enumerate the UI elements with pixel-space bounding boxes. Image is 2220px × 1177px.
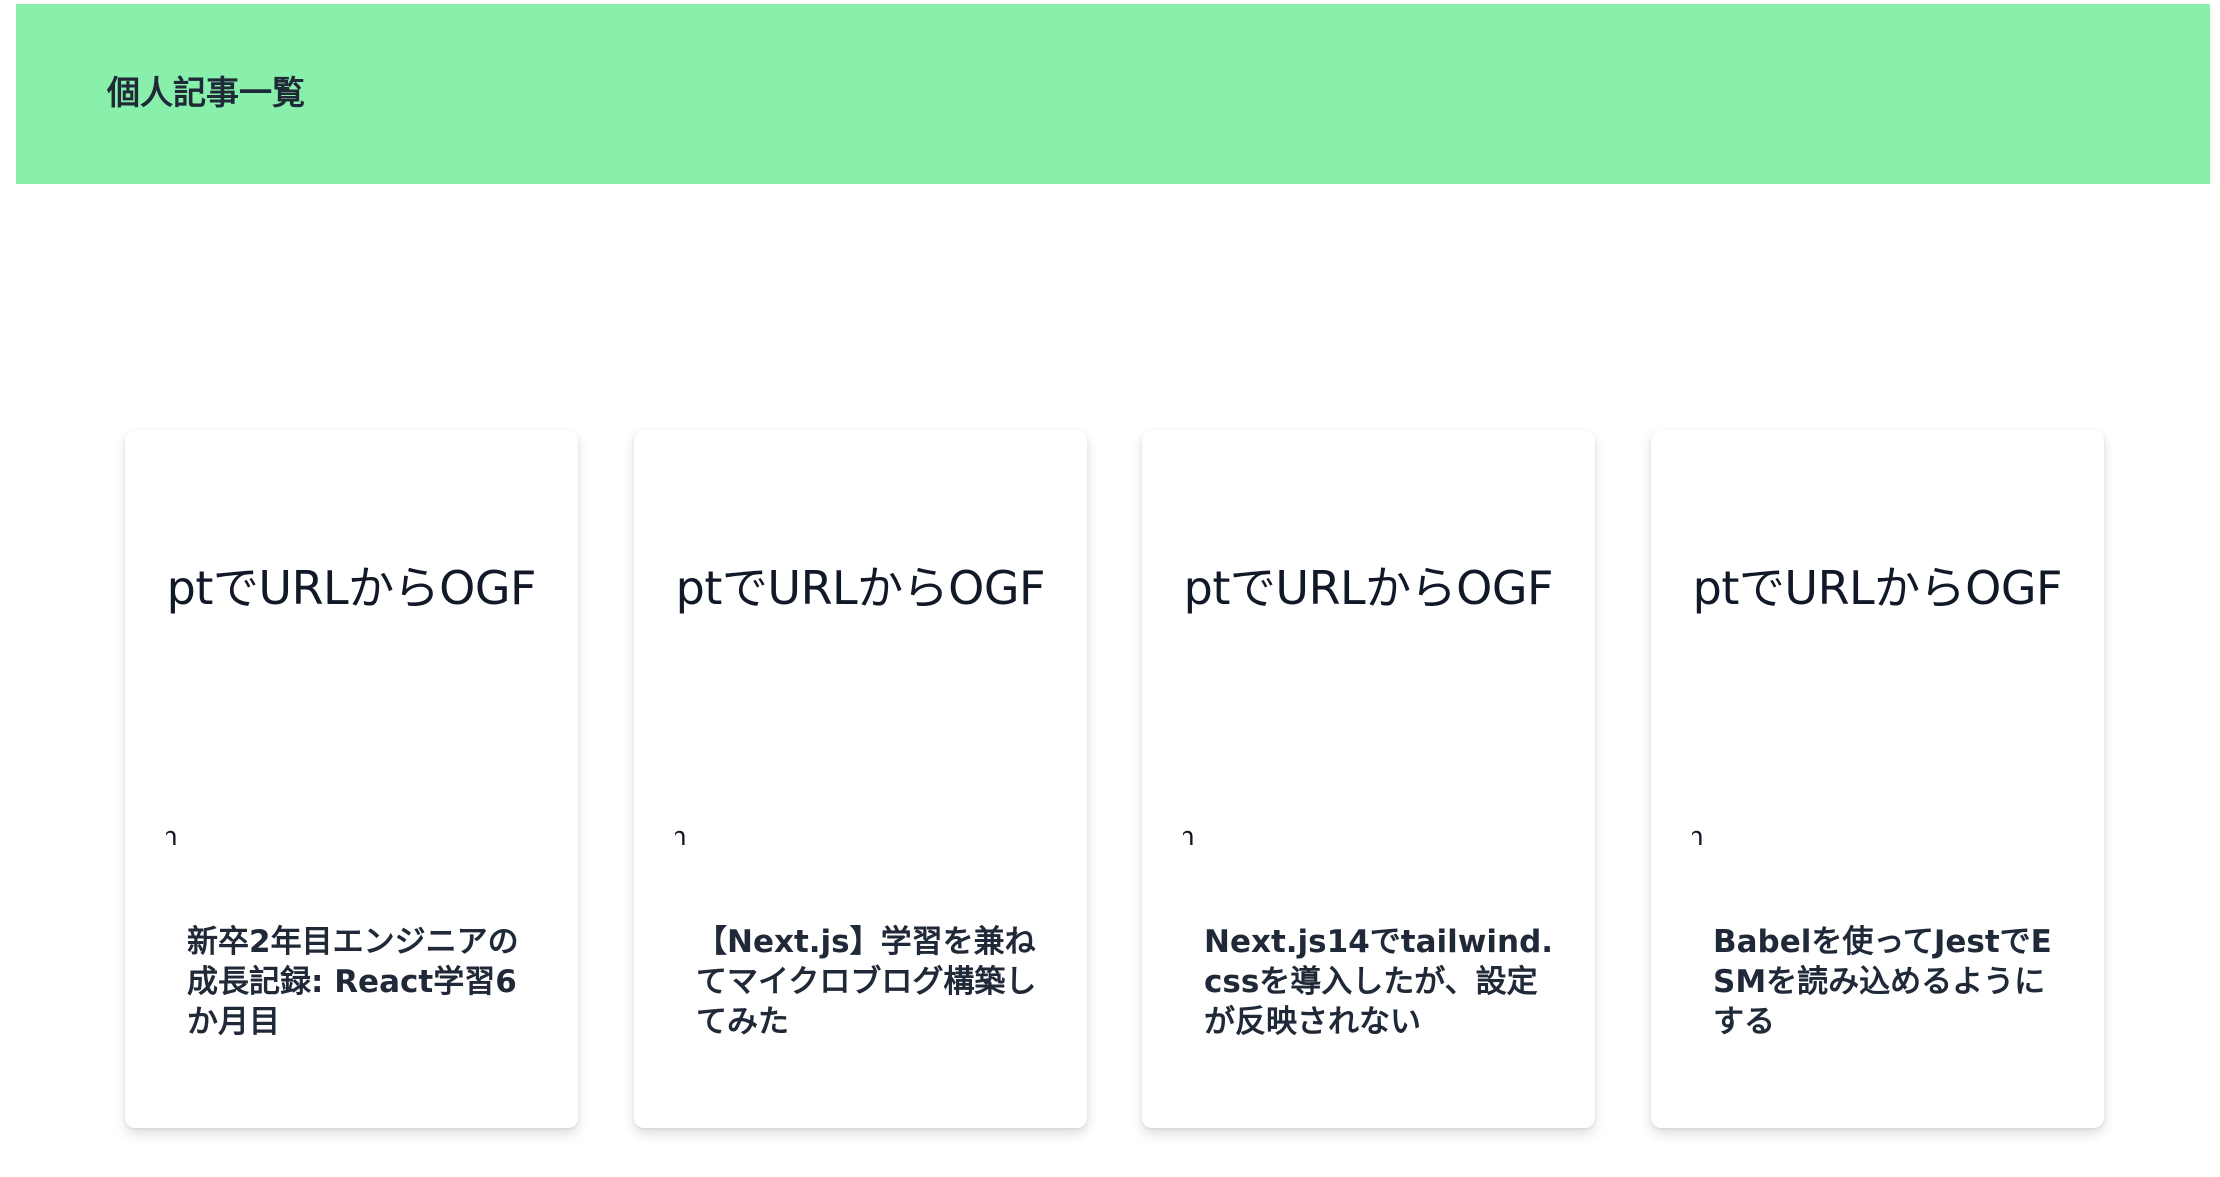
article-thumbnail[interactable]: criptでURLからOGF ın (166, 430, 536, 870)
article-title[interactable]: 【Next.js】学習を兼ねてマイクロブログ構築してみた (696, 922, 1056, 1042)
thumbnail-subtext: ın (166, 824, 178, 850)
thumbnail-text: criptでURLからOGF (1692, 561, 2062, 615)
thumbnail-subtext: ın (1692, 824, 1704, 850)
article-title[interactable]: Next.js14でtailwind.cssを導入したが、設定が反映されない (1204, 922, 1564, 1042)
article-title[interactable]: Babelを使ってJestでESMを読み込めるようにする (1713, 922, 2073, 1042)
article-thumbnail[interactable]: criptでURLからOGF ın (1692, 430, 2062, 870)
article-title[interactable]: 新卒2年目エンジニアの成長記録: React学習6か月目 (187, 922, 547, 1042)
thumbnail-text: criptでURLからOGF (166, 561, 536, 615)
article-card[interactable]: criptでURLからOGF ın Next.js14でtailwind.css… (1142, 430, 1595, 1128)
page-title: 個人記事一覧 (107, 73, 305, 112)
article-card[interactable]: criptでURLからOGF ın 新卒2年目エンジニアの成長記録: React… (125, 430, 578, 1128)
page: 個人記事一覧 criptでURLからOGF ın 新卒2年目エンジニアの成長記録… (0, 0, 2220, 1177)
thumbnail-subtext: ın (675, 824, 687, 850)
thumbnail-subtext: ın (1183, 824, 1195, 850)
thumbnail-text: criptでURLからOGF (1183, 561, 1553, 615)
article-card[interactable]: criptでURLからOGF ın 【Next.js】学習を兼ねてマイクロブログ… (634, 430, 1087, 1128)
thumbnail-text: criptでURLからOGF (675, 561, 1045, 615)
article-thumbnail[interactable]: criptでURLからOGF ın (1183, 430, 1553, 870)
article-card[interactable]: criptでURLからOGF ın Babelを使ってJestでESMを読み込め… (1651, 430, 2104, 1128)
site-header: 個人記事一覧 (16, 4, 2210, 184)
article-card-list: criptでURLからOGF ın 新卒2年目エンジニアの成長記録: React… (125, 430, 2105, 1130)
article-thumbnail[interactable]: criptでURLからOGF ın (675, 430, 1045, 870)
